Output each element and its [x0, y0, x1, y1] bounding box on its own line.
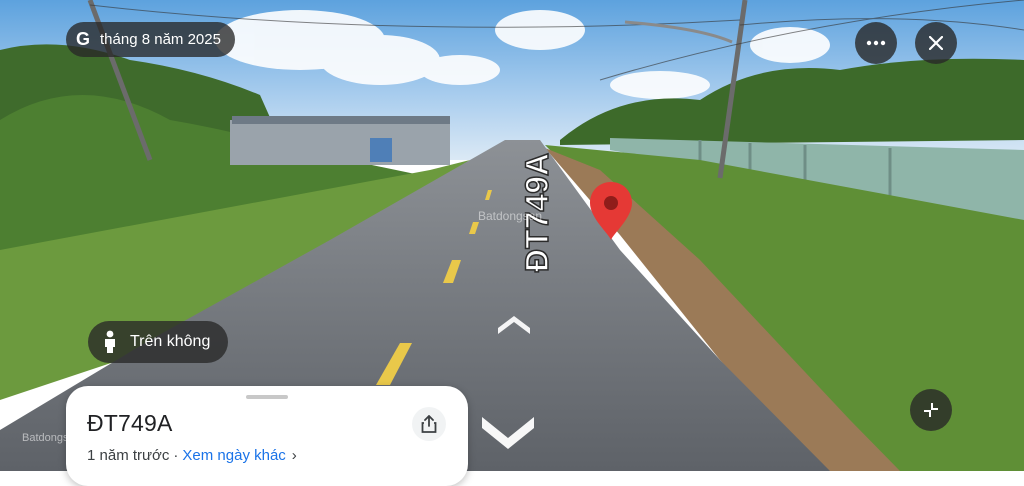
- share-icon: [421, 415, 437, 433]
- more-options-button[interactable]: [855, 22, 897, 64]
- separator-dot: ·: [173, 447, 179, 464]
- share-button[interactable]: [412, 407, 446, 441]
- close-icon: [929, 36, 943, 50]
- aerial-view-label: Trên không: [130, 333, 211, 350]
- house-left: [230, 120, 450, 165]
- imagery-date-chip[interactable]: G tháng 8 năm 2025: [66, 22, 235, 57]
- close-button[interactable]: [915, 22, 957, 64]
- aerial-view-chip[interactable]: Trên không: [88, 321, 229, 363]
- imagery-date-label: tháng 8 năm 2025: [100, 31, 221, 48]
- imagery-age-label: 1 năm trước: [87, 447, 170, 464]
- chevron-right-icon: ›: [291, 447, 297, 464]
- door: [370, 138, 392, 162]
- watermark-mark: Batdongsan: [478, 209, 542, 223]
- imagery-age-row: 1 năm trước · Xem ngày khác ›: [87, 447, 297, 464]
- drag-handle[interactable]: [246, 395, 288, 399]
- roof: [232, 116, 450, 124]
- google-logo-icon: G: [76, 29, 91, 49]
- collapse-view-button[interactable]: [910, 389, 952, 431]
- collapse-icon: [924, 403, 938, 417]
- location-info-card[interactable]: ĐT749A 1 năm trước · Xem ngày khác ›: [66, 386, 468, 486]
- see-other-dates-link[interactable]: Xem ngày khác: [182, 447, 285, 464]
- pegman-icon: [105, 330, 115, 353]
- more-horizontal-icon: [866, 40, 886, 46]
- location-title: ĐT749A: [87, 410, 173, 436]
